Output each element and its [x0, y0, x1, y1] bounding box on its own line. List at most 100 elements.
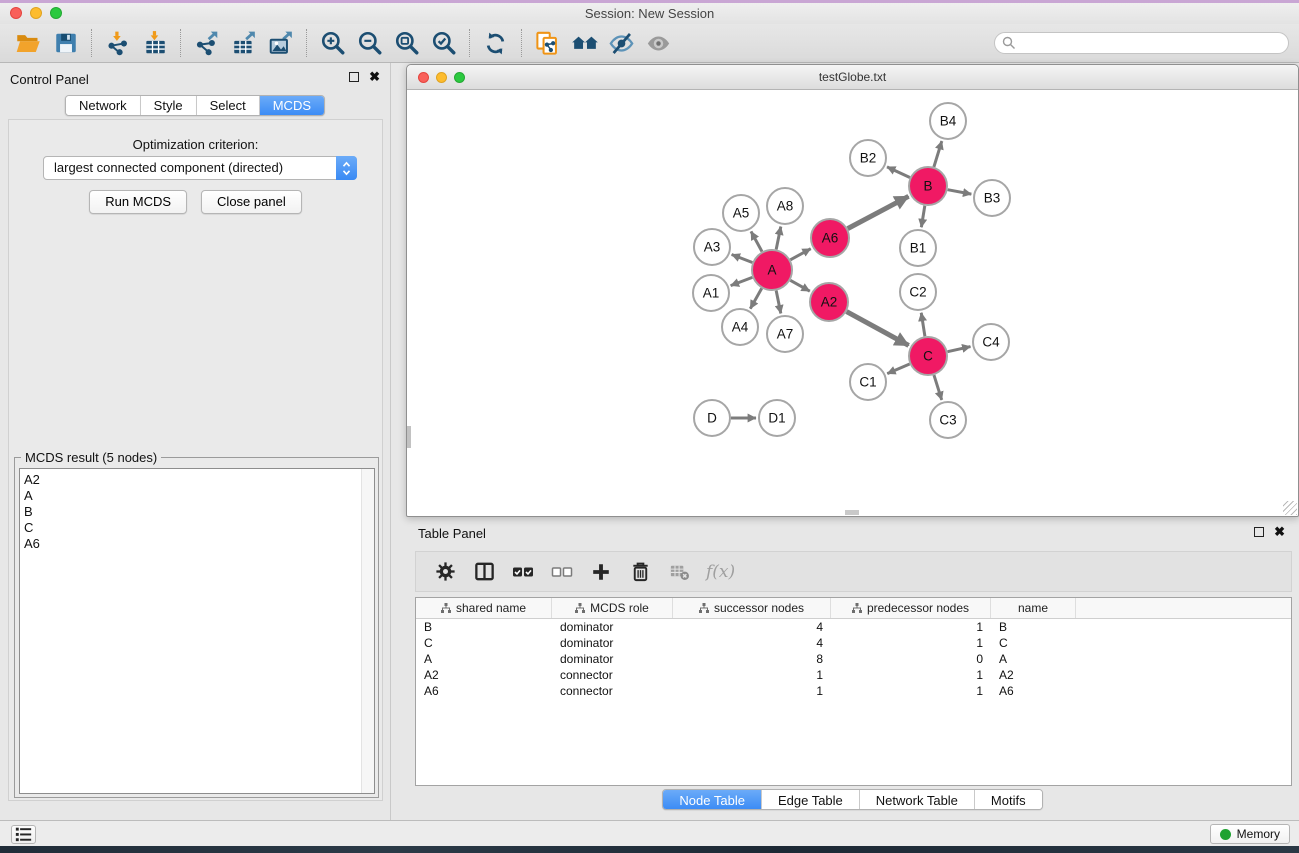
network-canvas[interactable]: B4 B2 B B3 A8A5 A6 A3 B1 A A1 C2 A2 A4A7 C4 C C1 D D1 C3 — [407, 91, 1298, 516]
graph-edge-C-C1[interactable] — [887, 364, 909, 374]
graph-node-A3[interactable]: A3 — [694, 229, 730, 265]
zoom-fit-button[interactable] — [388, 27, 425, 59]
network-window-titlebar[interactable]: testGlobe.txt — [407, 65, 1298, 90]
graph-edge-C-C3[interactable] — [934, 375, 942, 400]
save-session-button[interactable] — [47, 27, 84, 59]
graph-edge-A-A1[interactable] — [731, 277, 753, 285]
graph-edge-A-A7[interactable] — [776, 291, 781, 314]
float-panel-icon[interactable] — [349, 72, 359, 82]
result-item[interactable]: A2 — [20, 472, 374, 488]
export-network-button[interactable] — [188, 27, 225, 59]
network-close-button[interactable] — [418, 72, 429, 83]
tab-network-table[interactable]: Network Table — [860, 790, 975, 809]
graph-node-A6[interactable]: A6 — [811, 219, 849, 257]
unselect-all-button[interactable] — [550, 560, 574, 584]
memory-button[interactable]: Memory — [1210, 824, 1290, 844]
tab-node-table[interactable]: Node Table — [663, 790, 762, 809]
table-row[interactable]: A2connector11A2 — [416, 667, 1291, 683]
graph-node-B4[interactable]: B4 — [930, 103, 966, 139]
graph-edge-B-B3[interactable] — [948, 190, 972, 194]
show-graphics-details-button[interactable] — [640, 27, 677, 59]
select-all-button[interactable] — [511, 560, 535, 584]
import-table-button[interactable] — [136, 27, 173, 59]
tab-style[interactable]: Style — [141, 96, 197, 115]
graph-node-D1[interactable]: D1 — [759, 400, 795, 436]
graph-node-A[interactable]: A — [752, 250, 792, 290]
graph-edge-A-A8[interactable] — [776, 227, 781, 250]
graph-edge-A-A2[interactable] — [790, 280, 810, 291]
function-builder-button[interactable]: f(x) — [706, 562, 735, 582]
zoom-out-button[interactable] — [351, 27, 388, 59]
graph-node-D[interactable]: D — [694, 400, 730, 436]
export-table-button[interactable] — [225, 27, 262, 59]
import-network-button[interactable] — [99, 27, 136, 59]
network-zoom-button[interactable] — [454, 72, 465, 83]
hide-graphics-details-button[interactable] — [603, 27, 640, 59]
mcds-result-listbox[interactable]: A2ABCA6 — [19, 468, 375, 794]
graph-edge-A6-B[interactable] — [848, 196, 909, 228]
zoom-window-button[interactable] — [50, 7, 62, 19]
graph-edge-B-B2[interactable] — [887, 167, 910, 178]
graph-edge-B-B4[interactable] — [934, 141, 942, 167]
window-resize-grip[interactable] — [1283, 501, 1297, 515]
tab-edge-table[interactable]: Edge Table — [762, 790, 860, 809]
network-hscroll-thumb[interactable] — [845, 510, 859, 515]
graph-node-C1[interactable]: C1 — [850, 364, 886, 400]
graph-node-A1[interactable]: A1 — [693, 275, 729, 311]
column-header-successor-nodes[interactable]: successor nodes — [673, 598, 831, 618]
graph-edge-A-A5[interactable] — [751, 231, 762, 251]
tab-mcds[interactable]: MCDS — [260, 96, 324, 115]
table-row[interactable]: Adominator80A — [416, 651, 1291, 667]
new-network-from-selection-button[interactable] — [529, 27, 566, 59]
graph-node-B3[interactable]: B3 — [974, 180, 1010, 216]
network-vscroll-thumb[interactable] — [407, 426, 411, 448]
delete-column-button[interactable] — [628, 560, 652, 584]
refresh-button[interactable] — [477, 27, 514, 59]
zoom-in-button[interactable] — [314, 27, 351, 59]
result-item[interactable]: C — [20, 520, 374, 536]
graph-node-C3[interactable]: C3 — [930, 402, 966, 438]
graph-node-A4[interactable]: A4 — [722, 309, 758, 345]
graph-edge-A-A4[interactable] — [750, 288, 761, 308]
tab-select[interactable]: Select — [197, 96, 260, 115]
graph-node-C[interactable]: C — [909, 337, 947, 375]
result-item[interactable]: A6 — [20, 536, 374, 552]
column-header-name[interactable]: name — [991, 598, 1076, 618]
graph-edge-C-C2[interactable] — [921, 313, 925, 336]
graph-node-B2[interactable]: B2 — [850, 140, 886, 176]
first-neighbors-button[interactable] — [566, 27, 603, 59]
graph-edge-A-A3[interactable] — [732, 255, 753, 263]
graph-node-C2[interactable]: C2 — [900, 274, 936, 310]
graph-node-C4[interactable]: C4 — [973, 324, 1009, 360]
graph-node-A7[interactable]: A7 — [767, 316, 803, 352]
task-history-button[interactable] — [11, 825, 36, 844]
table-settings-button[interactable] — [433, 560, 457, 584]
result-scrollbar[interactable] — [361, 469, 374, 793]
tab-motifs[interactable]: Motifs — [975, 790, 1042, 809]
show-column-button[interactable] — [472, 560, 496, 584]
close-panel-button[interactable]: Close panel — [201, 190, 302, 214]
zoom-selected-button[interactable] — [425, 27, 462, 59]
delete-table-button[interactable] — [667, 560, 691, 584]
column-header-mcds-role[interactable]: MCDS role — [552, 598, 673, 618]
run-mcds-button[interactable]: Run MCDS — [89, 190, 187, 214]
search-input[interactable] — [994, 32, 1289, 54]
graph-node-A5[interactable]: A5 — [723, 195, 759, 231]
column-header-predecessor-nodes[interactable]: predecessor nodes — [831, 598, 991, 618]
graph-edge-A-A6[interactable] — [790, 249, 810, 260]
close-window-button[interactable] — [10, 7, 22, 19]
tab-network[interactable]: Network — [66, 96, 141, 115]
result-item[interactable]: A — [20, 488, 374, 504]
minimize-window-button[interactable] — [30, 7, 42, 19]
network-minimize-button[interactable] — [436, 72, 447, 83]
graph-node-B[interactable]: B — [909, 167, 947, 205]
create-column-button[interactable] — [589, 560, 613, 584]
criterion-dropdown[interactable]: largest connected component (directed) — [43, 156, 357, 180]
graph-node-A8[interactable]: A8 — [767, 188, 803, 224]
table-row[interactable]: A6connector11A6 — [416, 683, 1291, 699]
table-row[interactable]: Cdominator41C — [416, 635, 1291, 651]
result-item[interactable]: B — [20, 504, 374, 520]
graph-node-A2[interactable]: A2 — [810, 283, 848, 321]
graph-node-B1[interactable]: B1 — [900, 230, 936, 266]
close-panel-icon[interactable]: ✖ — [369, 71, 380, 83]
